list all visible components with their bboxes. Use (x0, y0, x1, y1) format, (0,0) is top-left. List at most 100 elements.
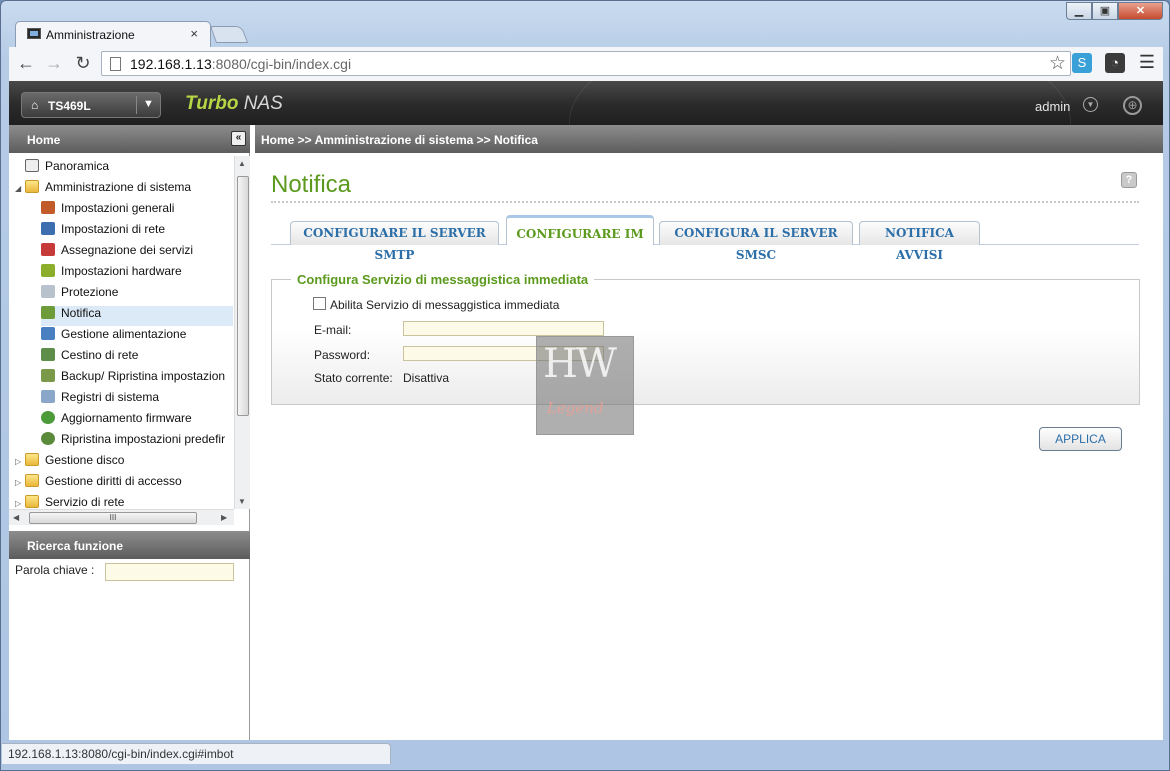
back-icon[interactable]: ← (15, 52, 37, 74)
maximize-button[interactable]: ▣ (1092, 2, 1118, 20)
apply-button[interactable]: APPLICA (1039, 427, 1122, 451)
expand-arrow-icon[interactable]: ▷ (15, 499, 21, 508)
tree-item-registri[interactable]: Registri di sistema (41, 390, 159, 410)
address-bar[interactable]: 192.168.1.13:8080/cgi-bin/index.cgi ☆ (101, 51, 1071, 76)
email-field[interactable] (403, 321, 604, 336)
user-menu-icon[interactable]: ▼ (1083, 97, 1098, 112)
tab-title: Amministrazione (46, 28, 135, 42)
expand-arrow-icon[interactable]: ▷ (15, 457, 21, 466)
search-input[interactable] (105, 563, 234, 581)
collapse-sidebar-icon[interactable]: « (231, 131, 246, 146)
tab-notifica-avvisi[interactable]: NOTIFICA AVVISI (859, 221, 980, 262)
menu-icon[interactable]: ☰ (1139, 52, 1155, 73)
tree-item-impostazioni-generali[interactable]: Impostazioni generali (41, 201, 174, 221)
tab-smtp[interactable]: CONFIGURARE IL SERVER SMTP (290, 221, 499, 262)
computer-icon (27, 28, 41, 39)
status-label: Stato corrente: (314, 371, 393, 385)
language-globe-icon[interactable]: ⊕ (1123, 96, 1142, 115)
tree-item-aggiornamento-firmware[interactable]: Aggiornamento firmware (41, 411, 192, 431)
overview-icon (25, 159, 39, 172)
nas-app: ⌂ TS469L ▼ Turbo NAS admin ▼ ⊕ Home « Pa… (9, 81, 1163, 740)
settings-icon (41, 201, 55, 214)
hardware-icon (41, 264, 55, 277)
watermark-logo: HW Legend (536, 336, 634, 435)
skype-extension-icon[interactable]: S (1072, 53, 1092, 73)
tree-item-backup[interactable]: Backup/ Ripristina impostazion (41, 369, 225, 389)
user-name: admin (1035, 99, 1071, 114)
tree-item-impostazioni-rete[interactable]: Impostazioni di rete (41, 222, 165, 242)
help-icon[interactable]: ? (1121, 172, 1137, 188)
scroll-thumb[interactable]: III (29, 512, 197, 524)
tree-item-protezione[interactable]: Protezione (41, 285, 118, 305)
folder-open-icon (25, 180, 39, 193)
tree-horizontal-scrollbar[interactable]: ◀ III ▶ (9, 509, 234, 525)
status-value: Disattiva (403, 371, 450, 385)
scroll-up-icon[interactable]: ▲ (238, 159, 246, 168)
device-name: TS469L (48, 99, 91, 113)
tree-item-notifica[interactable]: Notifica (41, 306, 233, 326)
browser-tab[interactable]: Amministrazione × (15, 21, 211, 47)
tree-vertical-scrollbar[interactable]: ▲ ▼ (234, 156, 250, 509)
folder-icon (25, 453, 39, 466)
close-window-button[interactable]: ✕ (1118, 2, 1163, 20)
breadcrumb: Home >> Amministrazione di sistema >> No… (255, 125, 1163, 153)
enable-im-label: Abilita Servizio di messaggistica immedi… (330, 298, 560, 312)
tree-item-impostazioni-hardware[interactable]: Impostazioni hardware (41, 264, 182, 284)
network-icon (41, 222, 55, 235)
menu-tree: Panoramica ◢ Amministrazione di sistema … (9, 156, 233, 509)
tree-item-amministrazione[interactable]: Amministrazione di sistema (25, 180, 191, 200)
forward-icon[interactable]: → (43, 52, 65, 74)
folder-icon (25, 495, 39, 508)
dropdown-arrow-icon: ▼ (143, 98, 154, 110)
browser-window: Amministrazione × ▁ ▣ ✕ ← → ↻ 192.168.1.… (0, 0, 1170, 771)
minimize-button[interactable]: ▁ (1066, 2, 1092, 20)
tab-smsc[interactable]: CONFIGURA IL SERVER SMSC (659, 221, 853, 262)
tab-im[interactable]: CONFIGURARE IM (506, 215, 654, 245)
sidebar-header: Home « (9, 125, 250, 153)
expand-arrow-icon[interactable]: ▷ (15, 478, 21, 487)
email-label: E-mail: (314, 323, 352, 337)
search-panel-header: Ricerca funzione (9, 531, 250, 559)
app-header: ⌂ TS469L ▼ Turbo NAS admin ▼ ⊕ (9, 81, 1163, 125)
tree-item-gestione-alimentazione[interactable]: Gestione alimentazione (41, 327, 186, 347)
main-content: Notifica ? CONFIGURARE IL SERVER SMTP CO… (255, 153, 1163, 740)
device-selector[interactable]: ⌂ TS469L ▼ (21, 92, 161, 118)
page-title: Notifica (271, 171, 352, 198)
tree-item-panoramica[interactable]: Panoramica (25, 159, 109, 179)
tree-item-gestione-diritti[interactable]: Gestione diritti di accesso (25, 474, 182, 494)
firmware-icon (41, 411, 55, 424)
search-label: Parola chiave : (15, 563, 95, 577)
password-label: Password: (314, 348, 371, 362)
extension-icon[interactable]: ◔ (1105, 53, 1125, 73)
restore-icon (41, 432, 55, 445)
enable-im-checkbox[interactable] (313, 297, 326, 310)
section-title: Configura Servizio di messaggistica imme… (291, 272, 595, 287)
tree-item-ripristina[interactable]: Ripristina impostazioni predefir (41, 432, 225, 452)
browser-toolbar: ← → ↻ 192.168.1.13:8080/cgi-bin/index.cg… (9, 47, 1163, 81)
bookmark-star-icon[interactable]: ☆ (1049, 52, 1066, 75)
notification-icon (41, 306, 55, 319)
reload-icon[interactable]: ↻ (72, 52, 94, 74)
scroll-thumb[interactable] (237, 176, 249, 416)
backup-icon (41, 369, 55, 382)
tree-item-gestione-disco[interactable]: Gestione disco (25, 453, 124, 473)
window-controls: ▁ ▣ ✕ (1066, 2, 1163, 20)
tree-item-assegnazione-servizi[interactable]: Assegnazione dei servizi (41, 243, 193, 263)
home-icon: ⌂ (31, 98, 39, 112)
new-tab-button[interactable] (209, 26, 249, 43)
scroll-down-icon[interactable]: ▼ (238, 497, 246, 506)
title-divider (271, 201, 1139, 203)
security-icon (41, 285, 55, 298)
sidebar: Home « Panoramica ◢ Amministrazione di s… (9, 125, 250, 740)
logs-icon (41, 390, 55, 403)
brand-logo: Turbo NAS (185, 93, 283, 114)
url-text: 192.168.1.13:8080/cgi-bin/index.cgi (130, 56, 352, 72)
scroll-right-icon[interactable]: ▶ (221, 513, 227, 522)
collapse-arrow-icon[interactable]: ◢ (15, 184, 21, 193)
tab-close-icon[interactable]: × (190, 26, 198, 41)
power-icon (41, 327, 55, 340)
scroll-left-icon[interactable]: ◀ (13, 513, 19, 522)
tree-item-cestino-rete[interactable]: Cestino di rete (41, 348, 138, 368)
title-bar: Amministrazione × ▁ ▣ ✕ (1, 1, 1169, 47)
tree-item-servizio-rete[interactable]: Servizio di rete (25, 495, 124, 509)
